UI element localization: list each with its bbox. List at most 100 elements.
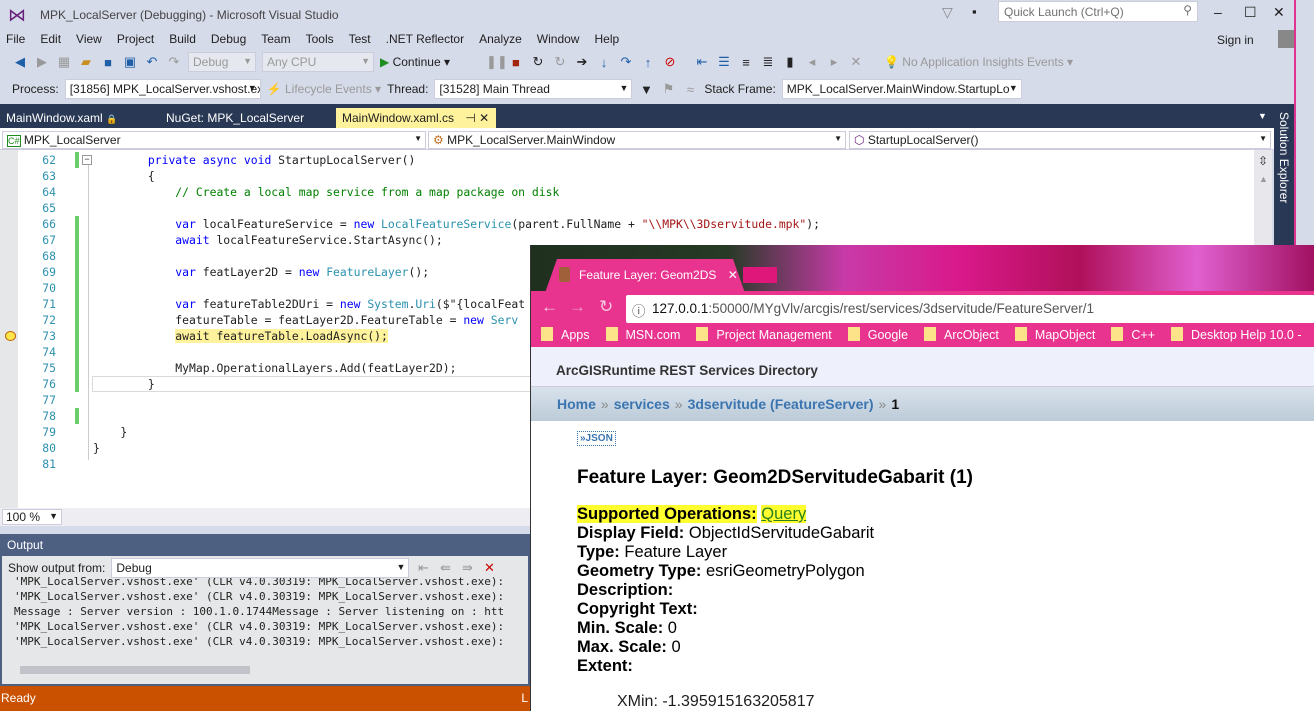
back-icon[interactable]: ←: [541, 297, 558, 317]
project-dropdown[interactable]: C# MPK_LocalServer ▼: [2, 131, 426, 149]
menu-item-test[interactable]: Test: [343, 30, 380, 48]
reload-icon[interactable]: ↻: [599, 297, 613, 317]
step-into-icon[interactable]: ↓: [596, 55, 612, 70]
split-icon[interactable]: ⇳: [1258, 154, 1268, 168]
tab-mainwindow-xaml[interactable]: MainWindow.xaml 🔒: [0, 108, 123, 128]
address-bar[interactable]: ⓘ 127.0.0.1:50000/MYgVlv/arcgis/rest/serv…: [626, 295, 1314, 323]
close-tab-icon[interactable]: ✕: [479, 111, 489, 125]
forward-icon[interactable]: ▶: [34, 54, 50, 70]
insights-button[interactable]: 💡 No Application Insights Events ▾: [884, 55, 1073, 69]
stop-icon[interactable]: ■: [508, 55, 524, 70]
pin-icon[interactable]: ⊣: [465, 111, 475, 125]
avatar[interactable]: [1278, 30, 1294, 48]
breakpoints-icon[interactable]: ⊘: [662, 54, 678, 70]
property-row: Supported Operations: Query: [577, 505, 874, 524]
open-icon[interactable]: ▰: [78, 54, 94, 70]
step-over-icon[interactable]: ↷: [618, 54, 634, 70]
new-tab-button[interactable]: [743, 267, 777, 283]
bookmark-item[interactable]: Project Management: [696, 327, 832, 342]
menu-item-analyze[interactable]: Analyze: [473, 30, 531, 48]
lifecycle-events-button[interactable]: ⚡ Lifecycle Events ▾: [267, 82, 381, 96]
comment-icon[interactable]: ≡: [738, 55, 754, 70]
menu-item-file[interactable]: File: [0, 30, 34, 48]
uncomment-icon[interactable]: ≣: [760, 54, 776, 70]
tab-nuget[interactable]: NuGet: MPK_LocalServer: [160, 108, 310, 128]
menu-item-debug[interactable]: Debug: [205, 30, 255, 48]
tab-overflow-icon[interactable]: ▼: [1258, 111, 1267, 121]
undo-icon[interactable]: ↶: [144, 54, 160, 70]
query-link[interactable]: Query: [761, 505, 807, 523]
show-next-statement-icon[interactable]: ➔: [574, 54, 590, 70]
bookmark-item[interactable]: Desktop Help 10.0 -: [1171, 327, 1302, 342]
save-icon[interactable]: ■: [100, 55, 116, 70]
continue-button[interactable]: ▶ Continue ▾: [380, 55, 450, 69]
scroll-up-icon[interactable]: ▲: [1259, 174, 1268, 184]
property-key: Display Field:: [577, 524, 685, 542]
member-dropdown[interactable]: ⬡ StartupLocalServer() ▼: [849, 131, 1271, 149]
menu-item-help[interactable]: Help: [588, 30, 628, 48]
property-key: Max. Scale:: [577, 638, 667, 656]
configuration-dropdown[interactable]: Debug ▼: [188, 52, 256, 72]
zoom-dropdown[interactable]: 100 % ▼: [2, 509, 62, 525]
redo-icon[interactable]: ↷: [166, 54, 182, 70]
process-dropdown[interactable]: [31856] MPK_LocalServer.vshost.ex ▼: [64, 79, 261, 99]
thread-icon[interactable]: ⇤: [694, 54, 710, 70]
menu-item-edit[interactable]: Edit: [34, 30, 70, 48]
back-icon[interactable]: ◀: [12, 54, 28, 70]
feedback-filter-icon[interactable]: ▽: [942, 4, 953, 21]
maximize-button[interactable]: ☐: [1244, 4, 1257, 21]
bookmark-item[interactable]: Google: [847, 327, 908, 342]
close-button[interactable]: ✕: [1273, 4, 1285, 21]
menu-item-tools[interactable]: Tools: [300, 30, 343, 48]
clear-bookmarks-icon[interactable]: ✕: [848, 54, 864, 70]
stack-frame-dropdown[interactable]: MPK_LocalServer.MainWindow.StartupLo ▼: [781, 79, 1022, 99]
output-source-dropdown[interactable]: Debug ▼: [111, 558, 410, 578]
flag-icon[interactable]: ⚑: [660, 81, 676, 97]
stack-icon[interactable]: ☰: [716, 54, 732, 70]
json-link[interactable]: »JSON: [577, 431, 616, 446]
bookmark-item[interactable]: Apps: [541, 327, 590, 342]
close-tab-icon[interactable]: ✕: [728, 268, 738, 282]
breadcrumb-link[interactable]: services: [614, 396, 670, 412]
restart-icon[interactable]: ↻: [530, 54, 546, 70]
tab-mainwindow-xaml-cs[interactable]: MainWindow.xaml.cs ⊣ ✕: [336, 108, 496, 128]
sign-in-link[interactable]: Sign in: [1217, 33, 1254, 47]
filter-icon[interactable]: ▼: [638, 82, 654, 97]
browser-tab[interactable]: Feature Layer: Geom2DS ✕: [545, 259, 745, 293]
menu-item-window[interactable]: Window: [531, 30, 589, 48]
quick-launch-input[interactable]: Quick Launch (Ctrl+Q) ⚲: [998, 1, 1198, 22]
platform-dropdown[interactable]: Any CPU ▼: [262, 52, 374, 72]
forward-icon[interactable]: →: [569, 297, 586, 317]
thread-dropdown[interactable]: [31528] Main Thread ▼: [434, 79, 633, 99]
minimize-button[interactable]: –: [1214, 4, 1222, 20]
breadcrumb-link[interactable]: 3dservitude (FeatureServer): [688, 396, 874, 412]
class-dropdown[interactable]: ⚙ MPK_LocalServer.MainWindow ▼: [428, 131, 846, 149]
prev-bookmark-icon[interactable]: ◂: [804, 54, 820, 70]
menu-item-team[interactable]: Team: [255, 30, 299, 48]
new-project-icon[interactable]: ▦: [56, 54, 72, 70]
breadcrumb-link[interactable]: Home: [557, 396, 596, 412]
next-bookmark-icon[interactable]: ▸: [826, 54, 842, 70]
bookmark-icon[interactable]: ▮: [782, 54, 798, 70]
menu-item-build[interactable]: Build: [163, 30, 205, 48]
apply-changes-icon[interactable]: ↻: [552, 54, 568, 70]
bookmark-item[interactable]: MapObject: [1014, 327, 1095, 342]
menu-item-project[interactable]: Project: [111, 30, 163, 48]
folder-icon: [605, 327, 618, 341]
bookmark-item[interactable]: ArcObject: [924, 327, 999, 342]
step-out-icon[interactable]: ↑: [640, 55, 656, 70]
output-horizontal-scrollbar[interactable]: [20, 666, 250, 674]
break-all-icon[interactable]: ❚❚: [486, 54, 508, 70]
bookmark-item[interactable]: MSN.com: [605, 327, 680, 342]
code-token: var: [175, 297, 196, 311]
save-all-icon[interactable]: ▣: [122, 54, 138, 70]
outline-guide: [88, 160, 89, 460]
menu-item-netreflector[interactable]: .NET Reflector: [380, 30, 473, 48]
menu-item-view[interactable]: View: [70, 30, 111, 48]
feedback-icon[interactable]: ▪: [972, 4, 977, 19]
collapse-icon[interactable]: −: [82, 155, 92, 165]
breadcrumb-current: 1: [891, 396, 900, 412]
bookmark-item[interactable]: C++: [1111, 327, 1155, 342]
threads-icon[interactable]: ≈: [682, 82, 698, 97]
